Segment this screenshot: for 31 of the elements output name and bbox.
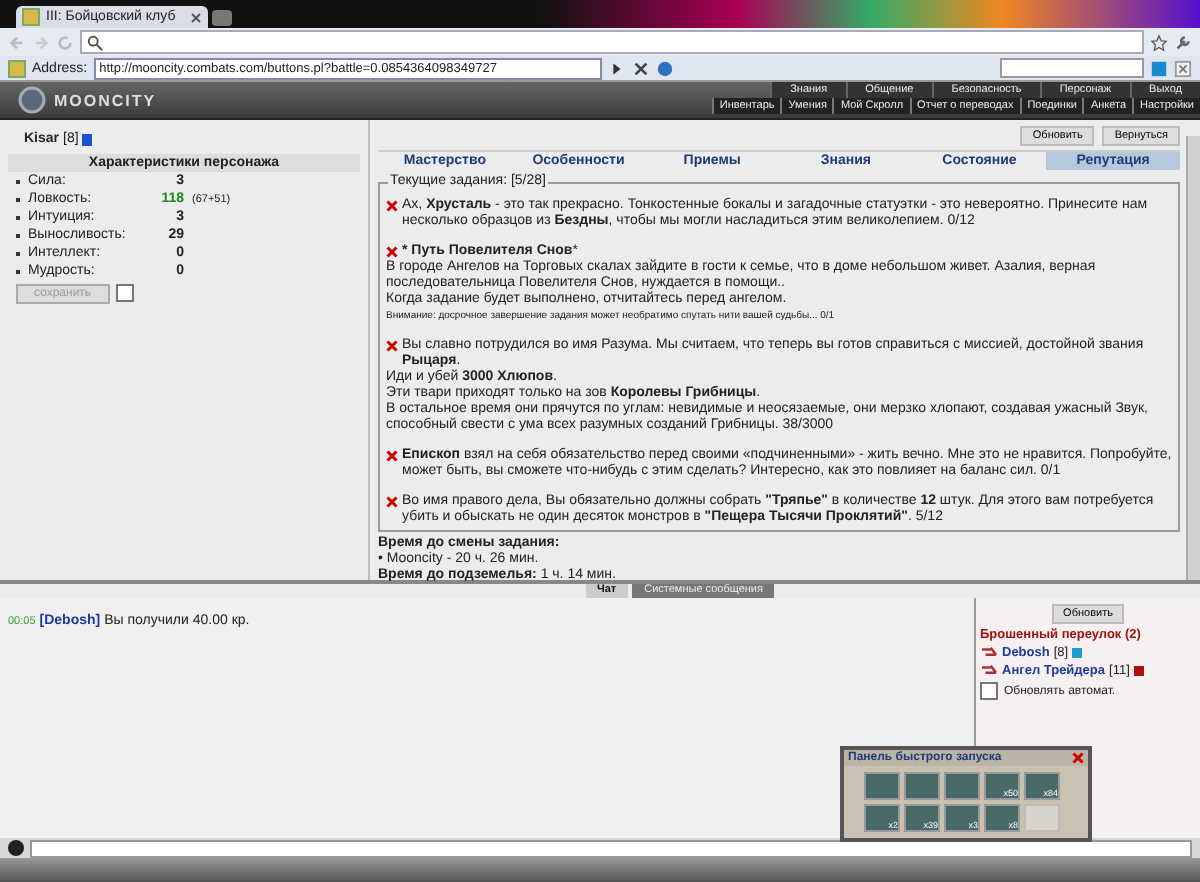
wrench-icon[interactable] <box>1174 33 1192 51</box>
info-icon[interactable] <box>82 133 93 145</box>
toolbar-search-field[interactable] <box>1000 58 1144 78</box>
logo-text: MOONCITY <box>54 91 157 109</box>
fight-icon[interactable] <box>980 664 998 678</box>
emblem-icon <box>16 84 48 116</box>
checkbox[interactable] <box>980 682 998 700</box>
close-icon[interactable] <box>1072 752 1084 764</box>
tools-icon[interactable] <box>631 59 650 77</box>
info-icon[interactable] <box>1072 648 1083 658</box>
site-icon <box>22 8 40 26</box>
cancel-icon[interactable] <box>386 246 398 258</box>
checkbox[interactable] <box>115 284 134 302</box>
cancel-icon[interactable] <box>386 450 398 462</box>
cancel-icon[interactable] <box>386 200 398 212</box>
search-icon <box>86 33 104 51</box>
fight-icon[interactable] <box>980 646 998 660</box>
site-icon <box>8 59 26 77</box>
search-button-icon[interactable] <box>1150 59 1168 77</box>
new-tab-button[interactable] <box>212 10 232 26</box>
close-icon[interactable] <box>190 11 202 23</box>
close-icon[interactable] <box>1174 59 1192 77</box>
omnibox-field[interactable] <box>80 30 1144 54</box>
info-icon[interactable] <box>1133 666 1144 676</box>
scrollbar[interactable] <box>1186 136 1200 580</box>
star-icon[interactable] <box>1150 33 1168 51</box>
chat-orb-icon[interactable] <box>8 840 24 856</box>
cancel-icon[interactable] <box>386 496 398 508</box>
cancel-icon[interactable] <box>386 340 398 352</box>
chat-input-field[interactable] <box>30 839 1192 857</box>
help-icon[interactable] <box>655 59 674 77</box>
